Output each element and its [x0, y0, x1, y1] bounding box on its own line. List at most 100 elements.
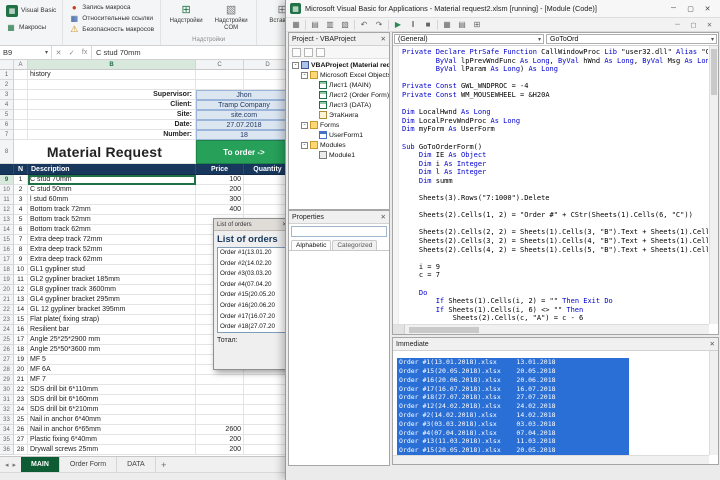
row-header[interactable]: 11 [0, 195, 14, 205]
n-cell[interactable]: 4 [14, 205, 28, 215]
row-header[interactable]: 17 [0, 255, 14, 265]
name-box[interactable]: B9 ▾ [0, 46, 52, 59]
row-header[interactable]: 1 [0, 70, 14, 80]
price-cell[interactable]: 200 [196, 435, 244, 445]
row-header[interactable]: 23 [0, 315, 14, 325]
description-cell[interactable]: SDS drill bit 6*110mm [28, 385, 196, 395]
n-cell[interactable]: 12 [14, 285, 28, 295]
project-tree-item[interactable]: Лист3 (DATA) [289, 100, 389, 110]
n-cell[interactable]: 16 [14, 325, 28, 335]
order-list-item[interactable]: Order #1(13.01.20 [218, 248, 286, 259]
project-tree-item[interactable]: - VBAProject (Material reques [289, 60, 389, 70]
code-line[interactable]: Dim myForm As UserForm [402, 125, 708, 134]
row-header[interactable]: 12 [0, 205, 14, 215]
row-header[interactable]: 27 [0, 355, 14, 365]
toggle-folders-icon[interactable] [316, 47, 325, 57]
price-cell[interactable]: 200 [196, 185, 244, 195]
n-cell[interactable]: 22 [14, 385, 28, 395]
row-header[interactable]: 26 [0, 345, 14, 355]
row-header[interactable]: 6 [0, 120, 14, 130]
addins-button[interactable]: ⊞ Надстройки [165, 2, 207, 35]
order-list-item[interactable]: Order #17(16.07.20 [218, 312, 286, 323]
project-panel-header[interactable]: Project - VBAProject ✕ [289, 33, 389, 46]
immediate-header[interactable]: Immediate ✕ [393, 338, 718, 351]
code-line[interactable]: Dim LocalHwnd As Long [402, 108, 708, 117]
sheet-cell[interactable] [14, 120, 28, 130]
n-cell[interactable]: 15 [14, 315, 28, 325]
save-icon[interactable]: ▤ [309, 20, 321, 29]
code-line[interactable]: Dim IE As Object [402, 151, 708, 160]
project-tree-item[interactable]: Лист2 (Order Form) [289, 90, 389, 100]
info-value[interactable]: 18 [196, 130, 292, 140]
sheet-cell[interactable] [14, 80, 28, 90]
n-cell[interactable]: 20 [14, 365, 28, 375]
view-code-icon[interactable] [292, 47, 301, 57]
code-line[interactable]: ByVal lParam As Long) As Long [402, 65, 708, 74]
properties-window-icon[interactable]: ▤ [456, 20, 468, 29]
add-sheet-button[interactable]: + [156, 457, 172, 472]
n-cell[interactable]: 11 [14, 275, 28, 285]
code-line[interactable]: Private Declare PtrSafe Function CallWin… [402, 48, 708, 57]
immediate-line[interactable]: Order #15(20.05.2018).xlsx 20.05.2018 [397, 442, 718, 455]
immediate-line[interactable]: Order #16(20.06.2018).xlsx 20.06.2018 [397, 372, 718, 385]
column-header-c[interactable]: C [196, 60, 244, 70]
code-line[interactable] [402, 280, 708, 289]
n-cell[interactable]: 27 [14, 435, 28, 445]
code-line[interactable]: i = 9 [402, 263, 708, 272]
code-line[interactable]: Sheets(2).Cells(3, 2) = Sheets(1).Cells(… [402, 237, 708, 246]
code-editor[interactable]: Private Declare PtrSafe Function CallWin… [393, 46, 718, 334]
description-cell[interactable]: C stud 50mm [28, 185, 196, 195]
code-line[interactable]: Sheets(2).Cells(4, 2) = Sheets(1).Cells(… [402, 246, 708, 255]
order-list-item[interactable]: Order #15(20.05.20 [218, 290, 286, 301]
code-line[interactable] [402, 100, 708, 109]
price-cell[interactable] [196, 375, 244, 385]
sheet-cell[interactable] [14, 90, 28, 100]
immediate-vertical-scrollbar[interactable] [709, 351, 718, 455]
undo-icon[interactable]: ↶ [358, 20, 370, 29]
info-label[interactable]: Site: [28, 110, 196, 120]
code-vertical-scrollbar[interactable] [709, 46, 718, 324]
vba-title-bar[interactable]: ▦ Microsoft Visual Basic for Application… [286, 0, 720, 18]
row-header[interactable] [0, 164, 14, 175]
header-n[interactable]: N [14, 164, 28, 175]
description-cell[interactable]: Extra deep track 62mm [28, 255, 196, 265]
n-cell[interactable]: 13 [14, 295, 28, 305]
description-cell[interactable]: Bottom track 52mm [28, 215, 196, 225]
code-splitter-handle[interactable] [393, 325, 405, 334]
tree-expander-icon[interactable]: - [292, 61, 299, 69]
child-minimize-icon[interactable]: ─ [671, 21, 684, 28]
code-line[interactable]: Sheets(3).Rows("7:1000").Delete [402, 194, 708, 203]
n-cell[interactable]: 5 [14, 215, 28, 225]
price-cell[interactable]: 100 [196, 175, 244, 185]
info-value[interactable]: 27.07.2018 [196, 120, 292, 130]
n-cell[interactable]: 28 [14, 445, 28, 455]
description-cell[interactable]: Bottom track 62mm [28, 225, 196, 235]
info-label[interactable]: Client: [28, 100, 196, 110]
description-cell[interactable]: SDS drill bit 6*160mm [28, 395, 196, 405]
row-header[interactable]: 19 [0, 275, 14, 285]
child-close-icon[interactable]: ✕ [703, 21, 716, 29]
n-cell[interactable]: 25 [14, 415, 28, 425]
project-tree-item[interactable]: - Forms [289, 120, 389, 130]
row-header[interactable]: 10 [0, 185, 14, 195]
description-cell[interactable]: SDS drill bit 6*210mm [28, 405, 196, 415]
code-line[interactable]: Dim i As Integer [402, 160, 708, 169]
project-tree-item[interactable]: - Microsoft Excel Objects [289, 70, 389, 80]
n-cell[interactable]: 17 [14, 335, 28, 345]
sheet-cell[interactable] [14, 130, 28, 140]
procedure-dropdown[interactable]: GoToOrd ▾ [546, 34, 717, 44]
code-line[interactable]: Do [402, 289, 708, 298]
code-line[interactable]: Dim l As Integer [402, 168, 708, 177]
orders-listbox[interactable]: Order #1(13.01.20 Order #2(14.02.20 Order … [217, 247, 287, 333]
child-restore-icon[interactable]: ▢ [687, 21, 700, 29]
record-macro-button[interactable]: ● Запись макроса [67, 3, 156, 13]
price-cell[interactable] [196, 405, 244, 415]
column-header-b[interactable]: B [28, 60, 196, 70]
info-value[interactable]: Jhon [196, 90, 292, 100]
row-header[interactable]: 7 [0, 130, 14, 140]
immediate-line[interactable]: Order #13(11.03.2018).xlsx 11.03.2018 [397, 433, 718, 447]
n-cell[interactable]: 14 [14, 305, 28, 315]
object-dropdown[interactable]: (General) ▾ [394, 34, 544, 44]
row-header[interactable]: 18 [0, 265, 14, 275]
immediate-line[interactable]: Order #2(14.02.2018).xlsx 14.02.2018 [397, 407, 718, 420]
